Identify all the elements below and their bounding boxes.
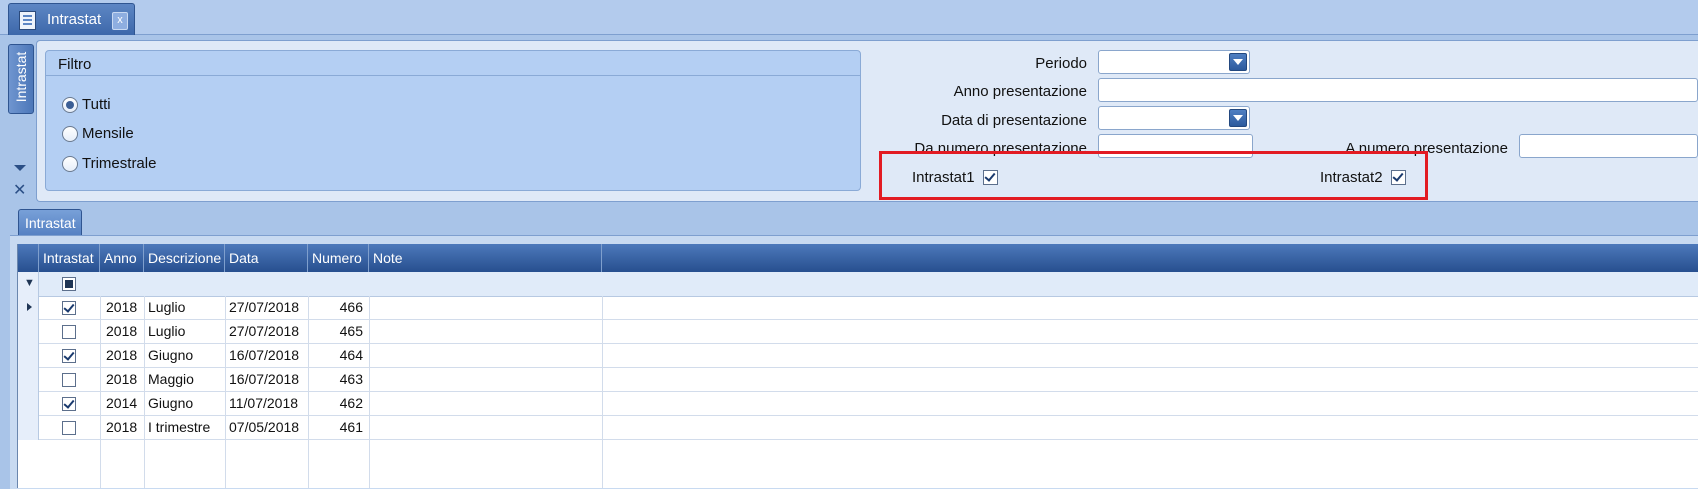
side-tab-intrastat[interactable]: Intrastat [8, 44, 34, 114]
cell-numero: 463 [339, 371, 363, 387]
column-header-descrizione[interactable]: Descrizione [144, 244, 225, 272]
column-header-note[interactable]: Note [369, 244, 602, 272]
cell-descrizione: Giugno [148, 395, 194, 411]
cell-numero: 462 [339, 395, 363, 411]
cell-anno: 2018 [106, 323, 138, 339]
column-divider [602, 296, 603, 488]
table-row[interactable]: 2018 Luglio 27/07/2018 465 [18, 320, 1698, 344]
filtro-group: Filtro Tutti Mensile Trimestrale [45, 50, 861, 191]
close-panel-icon[interactable]: ✕ [13, 180, 26, 200]
anno-presentazione-input[interactable] [1098, 78, 1698, 102]
radio-trimestrale-icon[interactable] [62, 156, 78, 172]
intrastat-filter-checkbox[interactable] [62, 277, 76, 291]
side-tab-label: Intrastat [13, 51, 29, 103]
cell-anno: 2018 [106, 299, 138, 315]
row-intrastat-checkbox[interactable] [62, 349, 76, 363]
periodo-label: Periodo [1035, 55, 1087, 72]
document-tab-label: Intrastat [47, 11, 102, 28]
column-divider [225, 296, 226, 488]
header-row-selector [18, 244, 39, 272]
radio-tutti-icon[interactable] [62, 97, 78, 113]
cell-descrizione: Luglio [148, 323, 186, 339]
grid-filter-row: ▼ [18, 272, 1698, 297]
highlight-box [879, 151, 1428, 200]
grid-body: 2018 Luglio 27/07/2018 466 2018 Luglio 2… [18, 296, 1698, 488]
cell-data: 16/07/2018 [229, 347, 300, 363]
cell-data: 27/07/2018 [229, 299, 300, 315]
column-header-anno[interactable]: Anno [100, 244, 144, 272]
radio-mensile-icon[interactable] [62, 126, 78, 142]
filtro-divider [46, 75, 860, 76]
cell-data: 07/05/2018 [229, 419, 300, 435]
column-header-intrastat[interactable]: Intrastat [39, 244, 100, 272]
column-header-data[interactable]: Data [225, 244, 308, 272]
filter-row-selector: ▼ [18, 272, 39, 296]
cell-data: 27/07/2018 [229, 323, 300, 339]
column-divider [369, 296, 370, 488]
row-intrastat-checkbox[interactable] [62, 325, 76, 339]
cell-descrizione: I trimestre [148, 419, 211, 435]
cell-numero: 464 [339, 347, 363, 363]
table-row[interactable]: 2018 Maggio 16/07/2018 463 [18, 368, 1698, 392]
cell-numero: 466 [339, 299, 363, 315]
cell-descrizione: Luglio [148, 299, 186, 315]
column-divider [308, 296, 309, 488]
grid-tab-label: Intrastat [25, 215, 76, 231]
collapse-panel-icon[interactable] [14, 165, 26, 171]
cell-data: 16/07/2018 [229, 371, 300, 387]
row-intrastat-checkbox[interactable] [62, 397, 76, 411]
column-divider [100, 296, 101, 488]
row-selector [18, 368, 39, 392]
row-intrastat-checkbox[interactable] [62, 301, 76, 315]
row-selector [18, 320, 39, 344]
document-tab-intrastat[interactable]: Intrastat x [8, 3, 135, 35]
row-selector [18, 392, 39, 416]
cell-anno: 2018 [106, 419, 138, 435]
cell-descrizione: Giugno [148, 347, 194, 363]
data-presentazione-combo[interactable] [1098, 106, 1250, 130]
current-row-indicator-icon [18, 296, 39, 320]
grid-tab-intrastat[interactable]: Intrastat [18, 209, 82, 236]
cell-data: 11/07/2018 [229, 395, 299, 411]
row-selector [18, 416, 39, 440]
table-row[interactable]: 2014 Giugno 11/07/2018 462 [18, 392, 1698, 416]
cell-numero: 465 [339, 323, 363, 339]
row-intrastat-checkbox[interactable] [62, 421, 76, 435]
column-divider [144, 296, 145, 488]
chevron-down-icon[interactable] [1229, 53, 1247, 71]
row-selector [18, 344, 39, 368]
table-row[interactable]: 2018 I trimestre 07/05/2018 461 [18, 416, 1698, 440]
data-grid: Intrastat Anno Descrizione Data Numero N… [17, 244, 1698, 488]
grid-header: Intrastat Anno Descrizione Data Numero N… [18, 244, 1698, 272]
data-presentazione-label: Data di presentazione [941, 112, 1087, 129]
periodo-combo[interactable] [1098, 50, 1250, 74]
table-row[interactable]: 2018 Giugno 16/07/2018 464 [18, 344, 1698, 368]
radio-mensile-label: Mensile [82, 125, 134, 142]
a-numero-input[interactable] [1519, 134, 1698, 158]
radio-tutti-label: Tutti [82, 96, 111, 113]
cell-anno: 2018 [106, 347, 138, 363]
close-tab-button[interactable]: x [112, 12, 128, 30]
cell-descrizione: Maggio [148, 371, 194, 387]
cell-anno: 2018 [106, 371, 138, 387]
row-intrastat-checkbox[interactable] [62, 373, 76, 387]
document-icon [19, 11, 36, 30]
document-tab-strip: Intrastat x [0, 0, 1698, 35]
radio-trimestrale-label: Trimestrale [82, 155, 157, 172]
filter-funnel-icon[interactable]: ▼ [24, 277, 35, 289]
column-header-numero[interactable]: Numero [308, 244, 369, 272]
anno-presentazione-label: Anno presentazione [953, 83, 1087, 100]
filtro-title: Filtro [58, 56, 92, 73]
cell-numero: 461 [339, 419, 363, 435]
cell-anno: 2014 [106, 395, 138, 411]
chevron-down-icon[interactable] [1229, 109, 1247, 127]
table-row[interactable]: 2018 Luglio 27/07/2018 466 [18, 296, 1698, 320]
